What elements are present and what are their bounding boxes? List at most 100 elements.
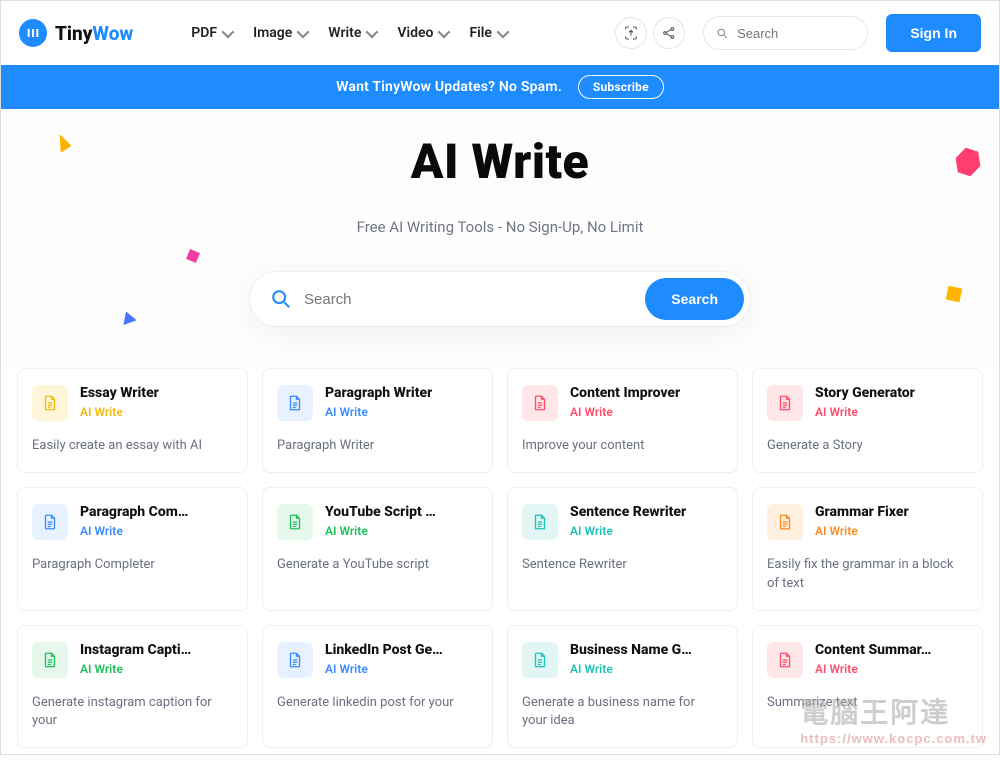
tool-card[interactable]: YouTube Script … AI Write Generate a You…	[262, 487, 493, 611]
document-icon	[277, 385, 313, 421]
tool-card[interactable]: Story Generator AI Write Generate a Stor…	[752, 368, 983, 473]
chevron-down-icon	[497, 25, 510, 38]
card-category: AI Write	[325, 524, 436, 538]
card-description: Generate a Story	[767, 437, 968, 456]
card-header: Story Generator AI Write	[767, 385, 968, 421]
card-title: Business Name G…	[570, 642, 692, 658]
document-icon	[32, 385, 68, 421]
document-icon	[767, 642, 803, 678]
tools-grid: Essay Writer AI Write Easily create an e…	[1, 368, 999, 764]
chevron-down-icon	[438, 25, 451, 38]
card-category: AI Write	[80, 405, 159, 419]
search-icon	[716, 26, 729, 41]
chevron-down-icon	[366, 25, 379, 38]
main-nav: PDF Image Write Video File	[191, 25, 506, 41]
page-title: AI Write	[1, 133, 999, 190]
card-description: Generate linkedin post for your	[277, 694, 478, 713]
nav-file[interactable]: File	[469, 25, 506, 41]
document-icon	[767, 385, 803, 421]
sign-in-button[interactable]: Sign In	[886, 14, 981, 52]
banner-text: Want TinyWow Updates? No Spam.	[336, 79, 562, 95]
search-icon	[270, 288, 292, 310]
card-description: Summarize text	[767, 694, 968, 713]
card-category: AI Write	[325, 662, 443, 676]
subscribe-button[interactable]: Subscribe	[578, 75, 664, 99]
hero-search-input[interactable]	[304, 291, 633, 308]
brand-name-1: Tiny	[55, 22, 92, 45]
tool-card[interactable]: Business Name G… AI Write Generate a bus…	[507, 625, 738, 749]
subscribe-banner: Want TinyWow Updates? No Spam. Subscribe	[1, 65, 999, 109]
card-category: AI Write	[80, 662, 191, 676]
confetti-shape	[946, 286, 963, 303]
header-search[interactable]	[703, 16, 868, 50]
card-description: Generate instagram caption for your	[32, 694, 233, 732]
card-header: Business Name G… AI Write	[522, 642, 723, 678]
confetti-shape	[186, 249, 200, 263]
card-category: AI Write	[815, 524, 909, 538]
card-category: AI Write	[815, 405, 915, 419]
card-category: AI Write	[815, 662, 931, 676]
nav-write-label: Write	[328, 25, 361, 41]
document-icon	[277, 504, 313, 540]
card-category: AI Write	[570, 524, 686, 538]
tool-card[interactable]: Paragraph Com… AI Write Paragraph Comple…	[17, 487, 248, 611]
tool-card[interactable]: Content Improver AI Write Improve your c…	[507, 368, 738, 473]
hero-search-button[interactable]: Search	[645, 278, 744, 320]
card-category: AI Write	[570, 405, 680, 419]
card-title: YouTube Script …	[325, 504, 436, 520]
document-icon	[32, 642, 68, 678]
card-title: Sentence Rewriter	[570, 504, 686, 520]
card-description: Easily create an essay with AI	[32, 437, 233, 456]
card-header: Grammar Fixer AI Write	[767, 504, 968, 540]
card-title: Grammar Fixer	[815, 504, 909, 520]
tool-card[interactable]: Essay Writer AI Write Easily create an e…	[17, 368, 248, 473]
document-icon	[32, 504, 68, 540]
tool-card[interactable]: LinkedIn Post Ge… AI Write Generate link…	[262, 625, 493, 749]
top-bar: TinyWow PDF Image Write Video File Sign …	[1, 1, 999, 65]
tool-card[interactable]: Grammar Fixer AI Write Easily fix the gr…	[752, 487, 983, 611]
card-description: Generate a business name for your idea	[522, 694, 723, 732]
tool-card[interactable]: Content Summar… AI Write Summarize text	[752, 625, 983, 749]
card-header: Content Summar… AI Write	[767, 642, 968, 678]
card-description: Paragraph Completer	[32, 556, 233, 575]
document-icon	[767, 504, 803, 540]
brand-name-2: Wow	[92, 22, 133, 45]
card-header: Paragraph Com… AI Write	[32, 504, 233, 540]
card-header: Paragraph Writer AI Write	[277, 385, 478, 421]
confetti-shape	[119, 309, 136, 325]
card-title: Instagram Capti…	[80, 642, 191, 658]
nav-pdf[interactable]: PDF	[191, 25, 231, 41]
hero-section: AI Write Free AI Writing Tools - No Sign…	[1, 109, 999, 368]
tool-card[interactable]: Sentence Rewriter AI Write Sentence Rewr…	[507, 487, 738, 611]
share-icon-button[interactable]	[653, 17, 685, 49]
card-title: Paragraph Com…	[80, 504, 188, 520]
tool-card[interactable]: Paragraph Writer AI Write Paragraph Writ…	[262, 368, 493, 473]
document-icon	[522, 504, 558, 540]
chevron-down-icon	[297, 25, 310, 38]
card-description: Easily fix the grammar in a block of tex…	[767, 556, 968, 594]
document-icon	[277, 642, 313, 678]
card-title: Essay Writer	[80, 385, 159, 401]
card-header: Sentence Rewriter AI Write	[522, 504, 723, 540]
card-description: Paragraph Writer	[277, 437, 478, 456]
brand-icon	[19, 19, 47, 47]
nav-image[interactable]: Image	[253, 25, 306, 41]
nav-file-label: File	[469, 25, 492, 41]
upload-icon-button[interactable]	[615, 17, 647, 49]
card-header: Content Improver AI Write	[522, 385, 723, 421]
document-icon	[522, 642, 558, 678]
header-search-input[interactable]	[737, 26, 855, 41]
card-title: Story Generator	[815, 385, 915, 401]
nav-image-label: Image	[253, 25, 292, 41]
nav-video[interactable]: Video	[397, 25, 447, 41]
card-category: AI Write	[80, 524, 188, 538]
card-title: Paragraph Writer	[325, 385, 432, 401]
card-description: Generate a YouTube script	[277, 556, 478, 575]
card-description: Improve your content	[522, 437, 723, 456]
header-icon-buttons	[615, 17, 685, 49]
tool-card[interactable]: Instagram Capti… AI Write Generate insta…	[17, 625, 248, 749]
nav-video-label: Video	[397, 25, 433, 41]
nav-write[interactable]: Write	[328, 25, 375, 41]
brand-logo-text[interactable]: TinyWow	[19, 19, 133, 47]
card-category: AI Write	[325, 405, 432, 419]
